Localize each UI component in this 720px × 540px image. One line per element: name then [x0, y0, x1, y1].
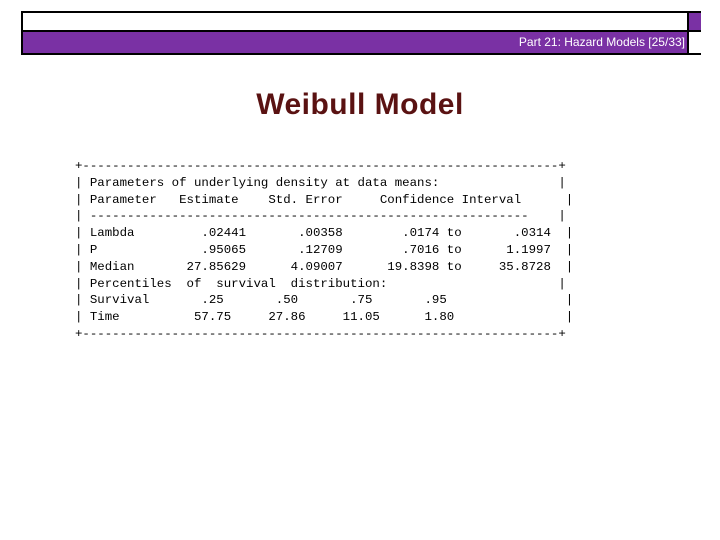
output-line: | Parameter Estimate Std. Error Confiden…: [75, 192, 574, 207]
output-line: | Percentiles of survival distribution: …: [75, 276, 566, 291]
header-corner-square-top: [687, 13, 701, 32]
header-corner-square-bottom: [687, 32, 701, 53]
output-line: +---------------------------------------…: [75, 326, 566, 341]
output-line: | --------------------------------------…: [75, 209, 566, 224]
header-top-bar: [23, 13, 687, 32]
output-line: | Parameters of underlying density at da…: [75, 175, 566, 190]
output-line: +---------------------------------------…: [75, 159, 566, 173]
slide-header: Part 21: Hazard Models [25/33]: [21, 11, 701, 55]
output-line: | Survival .25 .50 .75 .95 |: [75, 293, 574, 308]
output-line: | P .95065 .12709 .7016 to 1.1997 |: [75, 242, 574, 257]
estimation-output: +---------------------------------------…: [75, 158, 573, 343]
slide-title: Weibull Model: [256, 88, 464, 121]
output-line: | Median 27.85629 4.09007 19.8398 to 35.…: [75, 259, 574, 274]
header-label: Part 21: Hazard Models [25/33]: [518, 35, 685, 49]
output-line: | Lambda .02441 .00358 .0174 to .0314 |: [75, 226, 574, 241]
output-line: | Time 57.75 27.86 11.05 1.80 |: [75, 310, 574, 325]
